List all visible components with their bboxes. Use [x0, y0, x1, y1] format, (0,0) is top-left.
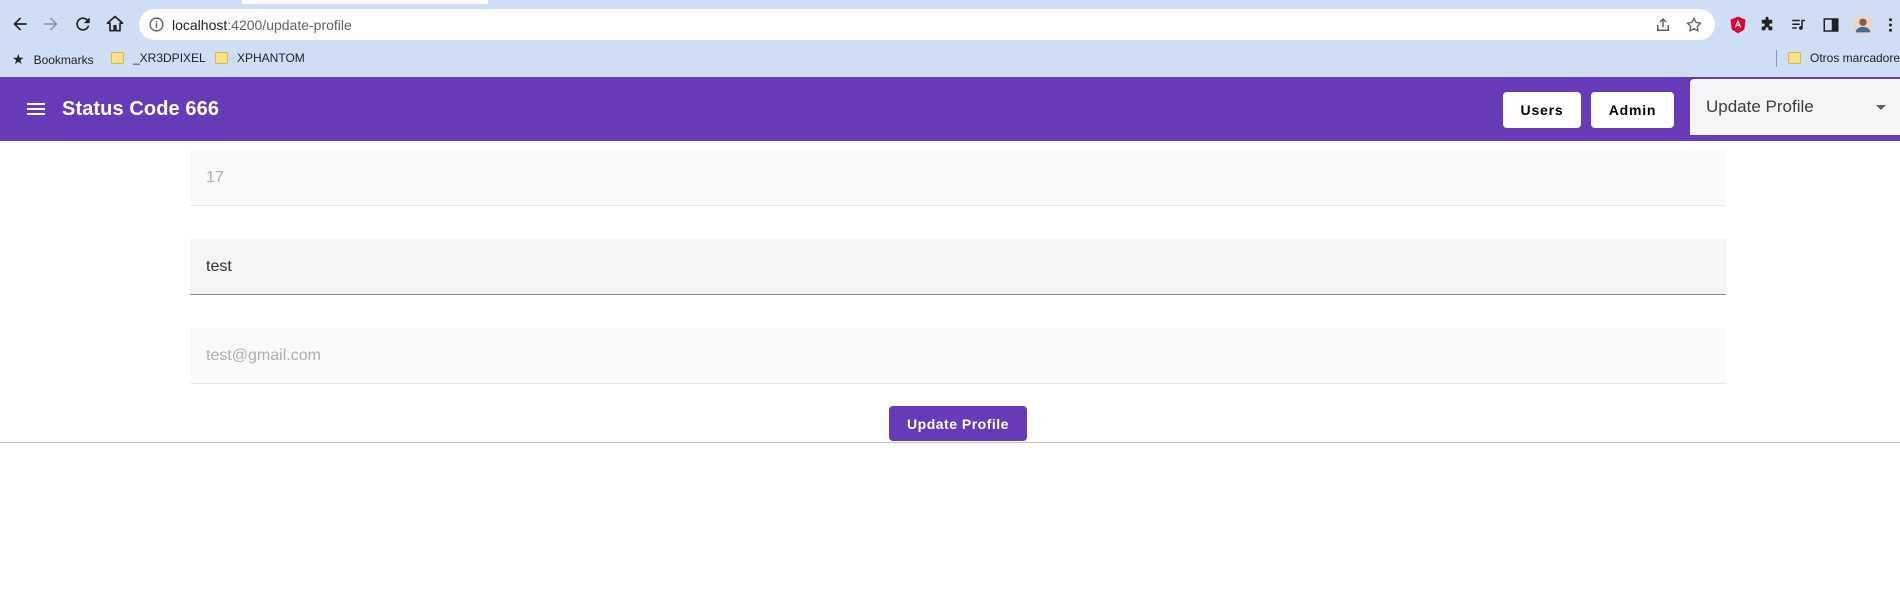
url-host: localhost: [172, 17, 228, 33]
bookmark-item-bookmarks[interactable]: ★ Bookmarks: [12, 51, 94, 68]
bookmark-label: Otros marcadores: [1810, 51, 1900, 65]
side-panel-icon[interactable]: [1820, 14, 1842, 36]
bookmark-item-xr3dpixel[interactable]: _XR3DPIXEL: [111, 51, 206, 65]
bookmark-label: XPHANTOM: [237, 51, 305, 65]
bookmark-label: _XR3DPIXEL: [133, 51, 206, 65]
profile-avatar-icon[interactable]: [1852, 14, 1874, 36]
bookmark-item-other[interactable]: Otros marcadores: [1788, 51, 1900, 65]
users-button[interactable]: Users: [1503, 92, 1581, 128]
media-queue-icon[interactable]: [1788, 14, 1810, 36]
page-select[interactable]: Update Profile: [1690, 79, 1900, 135]
star-icon: ★: [12, 51, 25, 67]
bookmark-item-xphantom[interactable]: XPHANTOM: [215, 51, 305, 65]
bookmark-label: Bookmarks: [33, 52, 94, 67]
folder-icon: [215, 52, 228, 64]
content-divider: [0, 442, 1900, 443]
user-id-value: 17: [206, 169, 224, 186]
reload-icon[interactable]: [69, 10, 97, 38]
angular-extension-icon[interactable]: [1727, 14, 1749, 36]
page-select-value: Update Profile: [1706, 97, 1814, 116]
home-icon[interactable]: [101, 10, 129, 38]
update-profile-button[interactable]: Update Profile: [889, 406, 1027, 441]
app-toolbar: Status Code 666 Users Admin Update Profi…: [0, 77, 1900, 141]
browser-chrome: localhost:4200/update-profile ★ Bookmark…: [0, 0, 1900, 77]
extensions-puzzle-icon[interactable]: [1756, 14, 1778, 36]
app-title: Status Code 666: [62, 98, 220, 120]
more-menu-icon[interactable]: [1884, 14, 1896, 36]
address-bar[interactable]: localhost:4200/update-profile: [139, 9, 1715, 40]
name-value: test: [206, 258, 232, 275]
site-info-icon[interactable]: [148, 16, 165, 33]
url-path: :4200/update-profile: [227, 17, 352, 33]
share-icon[interactable]: [1654, 16, 1672, 34]
forward-icon[interactable]: [37, 10, 65, 38]
dropdown-arrow-icon[interactable]: [1876, 105, 1886, 110]
email-value: test@gmail.com: [206, 347, 321, 364]
name-field[interactable]: test: [190, 239, 1726, 295]
back-icon[interactable]: [6, 10, 34, 38]
admin-button[interactable]: Admin: [1591, 92, 1674, 128]
folder-icon: [1788, 52, 1801, 64]
folder-icon: [111, 52, 124, 64]
email-field[interactable]: test@gmail.com: [190, 328, 1726, 384]
user-id-field[interactable]: 17: [190, 150, 1726, 206]
bookmarks-separator: [1776, 50, 1777, 67]
url-text[interactable]: localhost:4200/update-profile: [172, 17, 352, 33]
browser-toolbar: localhost:4200/update-profile: [0, 4, 1900, 44]
bookmark-star-icon[interactable]: [1685, 16, 1703, 34]
hamburger-menu-icon[interactable]: [24, 97, 48, 121]
bookmarks-bar: ★ Bookmarks _XR3DPIXEL XPHANTOM Otros ma…: [0, 45, 1900, 75]
